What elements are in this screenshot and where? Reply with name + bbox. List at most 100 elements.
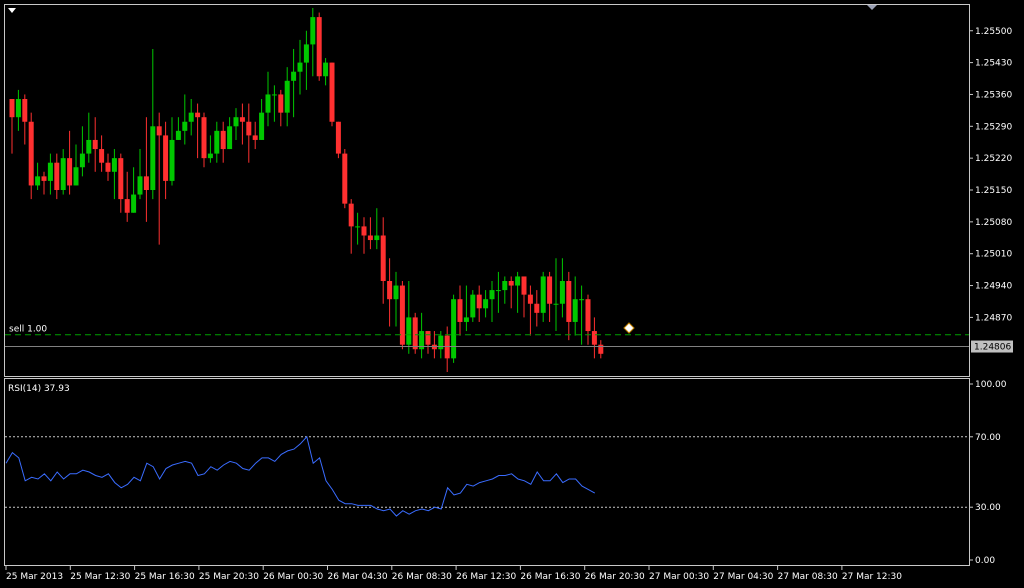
rsi-panel-frame xyxy=(4,378,970,566)
triangle-down-icon[interactable] xyxy=(8,8,16,13)
rsi-tick-label: 100.00 xyxy=(975,380,1007,390)
candle-body-bull xyxy=(35,176,41,186)
candle-body-bear xyxy=(547,276,553,304)
candle-body-bear xyxy=(163,135,169,181)
time-tick-label: 26 Mar 08:30 xyxy=(392,572,452,582)
candle-body-bull xyxy=(540,276,546,313)
candle-body-bull xyxy=(182,121,188,131)
rsi-tick-label: 70.00 xyxy=(975,433,1001,443)
candle-body-bear xyxy=(412,317,418,350)
candle-body-bear xyxy=(521,276,527,295)
price-tick-label: 1.25150 xyxy=(975,186,1012,196)
candle-body-bear xyxy=(457,299,463,322)
candle-body-bear xyxy=(41,176,47,181)
candle-body-bear xyxy=(316,17,322,77)
candle-body-bull xyxy=(73,167,79,186)
price-tick-label: 1.25010 xyxy=(975,250,1012,260)
candle-body-bull xyxy=(502,281,508,291)
price-tick-label: 1.24870 xyxy=(975,313,1012,323)
chart-shift-triangle-icon[interactable] xyxy=(867,5,877,10)
price-tick-label: 1.25360 xyxy=(975,90,1012,100)
rsi-tick-label: 0.00 xyxy=(975,556,995,566)
current-price-value: 1.24806 xyxy=(974,343,1011,353)
time-tick-label: 25 Mar 2013 xyxy=(6,572,63,582)
rsi-tick-label: 30.00 xyxy=(975,503,1001,513)
candle-body-bear xyxy=(399,285,405,345)
candle-body-bull xyxy=(483,299,489,309)
candles-layer xyxy=(9,8,635,372)
candle-body-bear xyxy=(246,121,252,136)
candle-body-bull xyxy=(137,176,143,195)
candle-body-bear xyxy=(28,121,34,186)
time-tick-label: 25 Mar 16:30 xyxy=(135,572,195,582)
candle-body-bull xyxy=(291,71,297,81)
candle-body-bull xyxy=(233,117,239,127)
price-tick-label: 1.25220 xyxy=(975,154,1012,164)
rsi-series-line xyxy=(5,435,596,517)
price-tick-label: 1.25430 xyxy=(975,59,1012,69)
candle-body-bull xyxy=(470,294,476,318)
candle-body-bull xyxy=(374,235,380,241)
time-tick-label: 26 Mar 04:30 xyxy=(328,572,388,582)
candle-body-bear xyxy=(335,121,341,154)
candle-body-bull xyxy=(60,158,66,190)
time-tick-label: 27 Mar 04:30 xyxy=(713,572,773,582)
candle-body-bull xyxy=(297,62,303,72)
candle-body-bull xyxy=(579,299,585,301)
candle-body-bull xyxy=(259,112,265,140)
candle-body-bear xyxy=(195,112,201,118)
candle-body-bear xyxy=(278,94,284,113)
candle-body-bull xyxy=(495,290,501,292)
candle-body-bull xyxy=(438,335,444,350)
candle-body-bear xyxy=(124,199,130,213)
candle-body-bear xyxy=(387,281,393,300)
candle-body-bull xyxy=(131,194,137,213)
candle-body-bull xyxy=(265,94,271,113)
candle-body-bull xyxy=(406,317,412,345)
candle-body-bull xyxy=(111,158,117,172)
candle-body-bear xyxy=(67,158,73,186)
sell-order-label: sell 1.00 xyxy=(9,325,47,335)
candle-body-bull xyxy=(284,80,290,113)
candle-body-bear xyxy=(348,203,354,227)
time-tick-label: 26 Mar 12:30 xyxy=(456,572,516,582)
candle-body-bear xyxy=(201,117,207,159)
candle-body-bull xyxy=(310,17,316,45)
candle-body-bull xyxy=(175,130,181,140)
candle-body-bear xyxy=(380,235,386,281)
candle-body-bear xyxy=(239,117,245,122)
candle-body-bear xyxy=(534,303,540,313)
price-tick-label: 1.25080 xyxy=(975,218,1012,228)
candle-body-bear xyxy=(476,294,482,309)
candle-body-bear xyxy=(220,130,226,150)
time-tick-label: 26 Mar 00:30 xyxy=(263,572,323,582)
candle-body-bull xyxy=(489,290,495,300)
candle-body-bull xyxy=(169,139,175,181)
candle-body-bull xyxy=(323,62,329,77)
time-axis: 25 Mar 2013 25 Mar 12:30 25 Mar 16:30 25 Ma… xyxy=(5,566,902,582)
candle-body-bull xyxy=(355,226,361,228)
candle-body-bear xyxy=(99,149,105,163)
candle-body-bull xyxy=(572,299,578,322)
price-tick-label: 1.24940 xyxy=(975,282,1012,292)
candle-body-bear xyxy=(143,176,149,190)
candle-body-bull xyxy=(393,285,399,300)
candle-body-bear xyxy=(342,153,348,204)
trade-arrow-icon xyxy=(623,322,635,334)
candle-body-bull xyxy=(271,94,277,96)
candle-body-bear xyxy=(508,281,514,286)
candle-body-bull xyxy=(207,153,213,159)
candle-body-bear xyxy=(425,331,431,345)
candle-body-bull xyxy=(15,99,21,118)
candle-body-bear xyxy=(22,99,28,122)
price-tick-label: 1.25500 xyxy=(975,27,1012,37)
candle-body-bear xyxy=(566,281,572,322)
candle-body-bull xyxy=(227,126,233,150)
time-tick-label: 27 Mar 08:30 xyxy=(778,572,838,582)
time-tick-label: 26 Mar 20:30 xyxy=(585,572,645,582)
candle-body-bear xyxy=(252,135,258,140)
candle-body-bear xyxy=(105,162,111,172)
chart-canvas[interactable]: 1.25500 1.25430 1.25360 1.25290 1.25220 1.251… xyxy=(0,0,1024,588)
candle-body-bull xyxy=(463,317,469,322)
candle-body-bull xyxy=(150,126,156,190)
